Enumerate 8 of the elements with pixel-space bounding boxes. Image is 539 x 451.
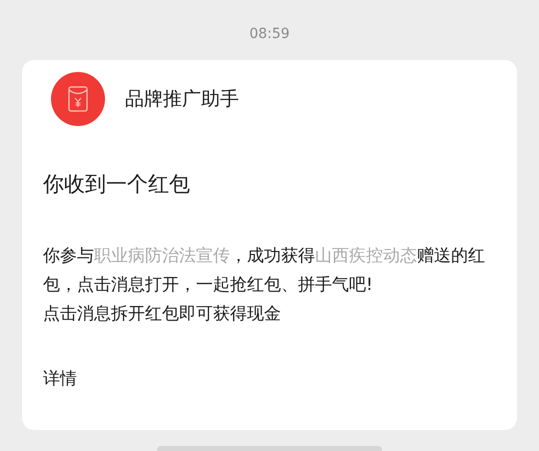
- message-title: 你收到一个红包: [43, 171, 190, 198]
- message-time: 08:59: [248, 25, 291, 44]
- message-text: 你参与职业病防治法宣传，成功获得山西疾控动态赠送的红包，点击消息打开，一起抢红包、拼手气吧!: [43, 245, 486, 297]
- message-card[interactable]: 品牌推广助手 你收到一个红包 你参与职业病防治法宣传，成功获得山西疾控动态赠送的红包，点击消息打开，一起抢红包、拼手气吧! 点击消息拆开红包即可获得现金 详情: [22, 60, 517, 430]
- details-link[interactable]: 详情: [43, 367, 77, 390]
- sender-name: 品牌推广助手: [125, 87, 239, 112]
- envelope-icon: [51, 72, 105, 126]
- message-note: 点击消息拆开红包即可获得现金: [43, 303, 281, 326]
